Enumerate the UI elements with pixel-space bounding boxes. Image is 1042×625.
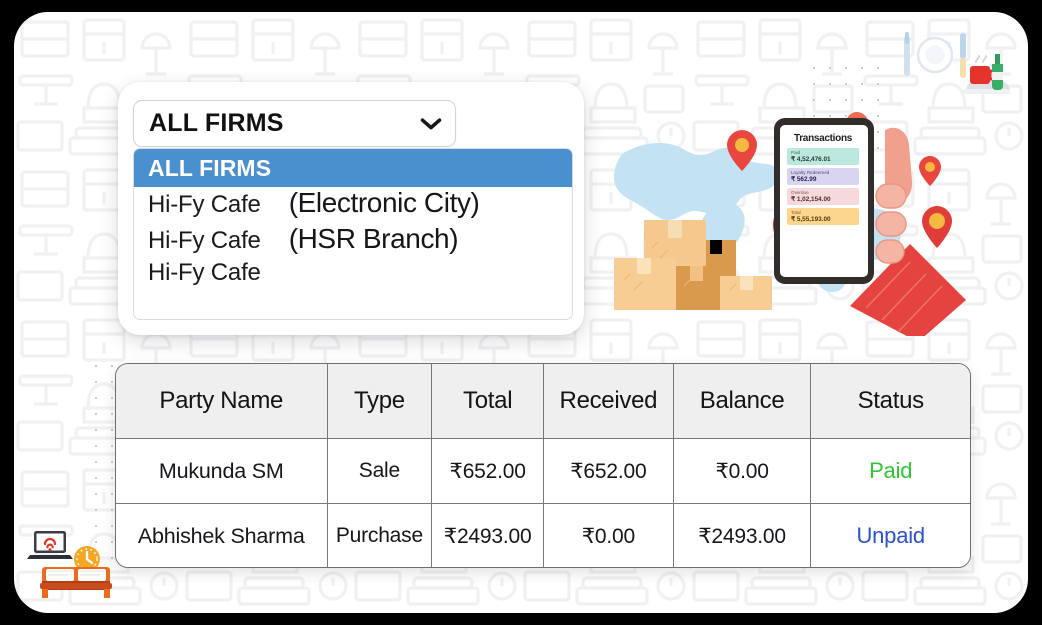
firm-option-all-firms[interactable]: ALL FIRMS [134, 149, 572, 187]
phone-stat-amount: ₹ 562.99 [791, 176, 817, 183]
cell-text: Abhishek Sharma [137, 523, 305, 548]
table-row[interactable]: Abhishek Sharma Purchase ₹2493.00 ₹0.00 … [116, 503, 970, 567]
plate-icon [916, 36, 954, 74]
phone-stat-row: Overdue ₹ 1,02,154.00 [787, 188, 859, 205]
cell-text: ₹652.00 [570, 459, 647, 483]
cell-text: ₹2493.00 [698, 524, 786, 548]
firm-option-label: Hi-Fy Cafe [148, 191, 261, 218]
column-header-balance: Balance [674, 364, 812, 438]
cell-type: Purchase [328, 504, 433, 567]
cell-received: ₹652.00 [544, 439, 674, 503]
cell-status: Unpaid [811, 504, 970, 567]
cell-text: Purchase [335, 524, 423, 547]
food-icons-decoration [904, 32, 1010, 94]
knife-icon [960, 33, 966, 78]
phone-stat-amount: ₹ 1,02,154.00 [791, 196, 831, 203]
cell-balance: ₹2493.00 [674, 504, 812, 567]
fork-icon [904, 32, 910, 76]
cell-type: Sale [328, 439, 433, 503]
cell-balance: ₹0.00 [674, 439, 812, 503]
firm-option-hsr-branch[interactable]: Hi-Fy Cafe (HSR Branch) [134, 223, 572, 259]
column-header-type: Type [328, 364, 433, 438]
phone-stat-row: Loyalty Redeemed ₹ 562.99 [787, 168, 859, 185]
cell-total: ₹2493.00 [432, 504, 545, 567]
cell-text: ₹2493.00 [443, 524, 532, 548]
app-frame: Transactions Paid ₹ 4,52,476.01 Loyalty … [0, 0, 1042, 625]
table-row[interactable]: Mukunda SM Sale ₹652.00 ₹652.00 ₹0.00 Pa… [116, 438, 970, 503]
status-badge: Paid [869, 458, 913, 483]
phone-stat-row: Total ₹ 5,55,193.00 [787, 208, 859, 225]
chevron-down-icon[interactable] [420, 117, 442, 131]
firm-select-value: ALL FIRMS [149, 109, 284, 137]
phone-transactions-card: Transactions Paid ₹ 4,52,476.01 Loyalty … [782, 130, 864, 276]
cell-text: Mukunda SM [158, 458, 284, 483]
firm-option-label: Hi-Fy Cafe [148, 227, 261, 254]
column-header-text: Balance [699, 387, 785, 414]
column-header-received: Received [544, 364, 674, 438]
column-header-total: Total [432, 364, 545, 438]
page-surface: Transactions Paid ₹ 4,52,476.01 Loyalty … [14, 12, 1028, 613]
phone-card-title: Transactions [793, 133, 853, 144]
phone-stat-amount: ₹ 4,52,476.01 [791, 156, 831, 163]
firm-option-label: ALL FIRMS [148, 154, 272, 181]
bed-icon [40, 567, 112, 598]
location-pin-icon [922, 206, 952, 248]
firm-options-list[interactable]: ALL FIRMS Hi-Fy Cafe (Electronic City) H… [133, 148, 573, 320]
firm-select-button[interactable]: ALL FIRMS [133, 100, 456, 147]
laptop-wifi-icon [27, 531, 73, 559]
bottle-icon [992, 54, 1003, 90]
transactions-table: Party Name Type Total Received Balance S… [115, 363, 971, 568]
column-header-text: Status [857, 387, 925, 414]
cell-received: ₹0.00 [544, 504, 674, 567]
column-header-text: Received [559, 387, 658, 414]
firm-option-suffix: (HSR Branch) [288, 223, 459, 254]
column-header-party-name: Party Name [116, 364, 328, 438]
firm-dropdown-card: ALL FIRMS ALL FIRMS Hi-Fy Cafe (Electron… [118, 82, 584, 335]
firm-option-suffix: (Electronic City) [288, 187, 480, 218]
firm-option-label: Hi-Fy Cafe [148, 259, 261, 286]
firm-option-hi-fy-cafe[interactable]: Hi-Fy Cafe [134, 259, 572, 295]
cell-text: ₹652.00 [449, 459, 526, 483]
table-header-row: Party Name Type Total Received Balance S… [116, 364, 970, 438]
column-header-text: Type [353, 387, 405, 414]
cell-party-name: Abhishek Sharma [116, 504, 328, 567]
cell-party-name: Mukunda SM [116, 439, 328, 503]
cell-text: ₹0.00 [715, 459, 769, 483]
cell-text: Sale [358, 459, 400, 482]
cell-total: ₹652.00 [432, 439, 545, 503]
column-header-text: Party Name [159, 387, 284, 414]
column-header-text: Total [463, 387, 513, 414]
cell-status: Paid [811, 439, 970, 503]
cell-text: ₹0.00 [581, 524, 635, 548]
phone-stat-row: Paid ₹ 4,52,476.01 [787, 148, 859, 165]
phone-stat-amount: ₹ 5,55,193.00 [791, 216, 831, 223]
location-pin-icon [919, 156, 941, 186]
cardboard-boxes-icon [614, 220, 772, 310]
status-badge: Unpaid [856, 523, 925, 548]
column-header-status: Status [811, 364, 970, 438]
firm-option-electronic-city[interactable]: Hi-Fy Cafe (Electronic City) [134, 187, 572, 223]
